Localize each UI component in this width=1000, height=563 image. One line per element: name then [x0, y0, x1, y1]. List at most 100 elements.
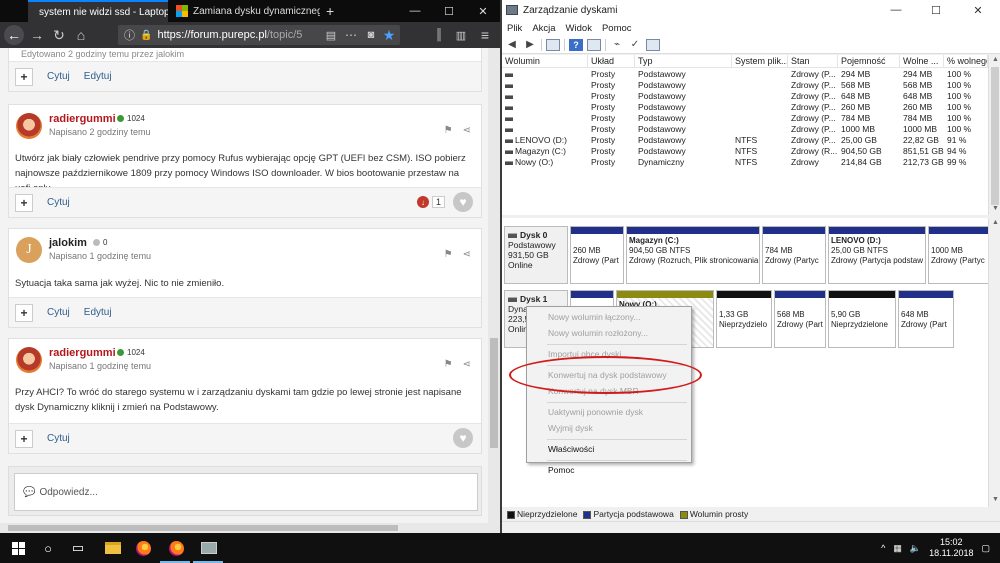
multiquote-button[interactable]: +: [15, 303, 33, 322]
context-menu-item[interactable]: Uaktywnij ponownie dysk: [527, 405, 691, 419]
task-view-icon[interactable]: ▭: [68, 538, 88, 558]
volume-row[interactable]: Prosty Podstawowy Zdrowy (P... 294 MB 294 MB…: [502, 69, 988, 80]
firefox-icon[interactable]: [133, 538, 153, 558]
partition[interactable]: 568 MB Zdrowy (Part: [774, 290, 826, 348]
reaction-count[interactable]: ↓ 1: [416, 196, 445, 208]
tab-dysk-dynamiczny[interactable]: Zamiana dysku dynamicznego ✕: [170, 0, 320, 22]
volume-row[interactable]: Nowy (O:) Prosty Dynamiczny NTFS Zdrowy 214,8…: [502, 157, 988, 168]
edit-link[interactable]: Edytuj: [84, 71, 112, 82]
properties-icon[interactable]: [587, 38, 601, 51]
maximize-icon[interactable]: ☐: [916, 0, 956, 20]
menu-icon[interactable]: ≡: [476, 26, 494, 44]
column-header[interactable]: Wolumin: [502, 55, 588, 68]
maximize-icon[interactable]: ☐: [432, 0, 466, 22]
menu-widok[interactable]: Widok: [566, 23, 592, 34]
reader-view-icon[interactable]: ▤: [322, 26, 340, 44]
tab-laptopy[interactable]: system nie widzi ssd - Laptopy ✕: [28, 0, 168, 22]
volume-row[interactable]: Prosty Podstawowy Zdrowy (P... 1000 MB 1000 …: [502, 124, 988, 135]
pocket-icon[interactable]: ◙: [362, 26, 380, 44]
post-date[interactable]: Napisano 1 godzinę temu: [49, 361, 151, 371]
scroll-up-icon[interactable]: ▲: [992, 219, 999, 226]
new-tab-button[interactable]: +: [322, 0, 342, 22]
multiquote-button[interactable]: +: [15, 429, 33, 448]
scroll-thumb[interactable]: [490, 338, 498, 448]
partition[interactable]: 648 MB Zdrowy (Part: [898, 290, 954, 348]
reply-input[interactable]: 💬 Odpowiedz...: [14, 473, 478, 511]
help-icon[interactable]: ?: [569, 38, 583, 51]
forward-arrow-icon[interactable]: ▶: [523, 39, 537, 51]
post-date[interactable]: Napisano 2 godziny temu: [49, 127, 151, 137]
multiquote-button[interactable]: +: [15, 67, 33, 86]
quote-link[interactable]: Cytuj: [47, 433, 70, 444]
volume-row[interactable]: Prosty Podstawowy Zdrowy (P... 260 MB 260 MB…: [502, 102, 988, 113]
menu-akcja[interactable]: Akcja: [532, 23, 555, 34]
avatar[interactable]: [16, 113, 42, 139]
volume-list-scrollbar[interactable]: ▲ ▼: [988, 55, 1000, 215]
unallocated-space[interactable]: 5,90 GB Nieprzydzielone: [828, 290, 896, 348]
column-header[interactable]: Układ: [588, 55, 635, 68]
partition[interactable]: 784 MB Zdrowy (Partyc: [762, 226, 826, 284]
network-icon[interactable]: ▦: [893, 543, 902, 554]
column-header[interactable]: System plik...: [732, 55, 788, 68]
context-menu-item[interactable]: Pomoc: [527, 463, 691, 477]
checklist-icon[interactable]: ✓: [628, 39, 642, 51]
share-icon[interactable]: ⋖: [463, 249, 471, 260]
quote-link[interactable]: Cytuj: [47, 197, 70, 208]
disk-view-scrollbar[interactable]: ▲ ▼: [988, 218, 1000, 508]
page-scrollbar[interactable]: [488, 48, 500, 523]
like-heart-icon[interactable]: ♥: [453, 428, 473, 448]
context-menu-item[interactable]: Nowy wolumin łączony...: [527, 310, 691, 324]
volume-row[interactable]: Magazyn (C:) Prosty Podstawowy NTFS Zdrowy (…: [502, 146, 988, 157]
scroll-down-icon[interactable]: ▼: [992, 205, 999, 212]
report-flag-icon[interactable]: ⚑: [444, 359, 453, 370]
author-name[interactable]: jalokim: [49, 237, 87, 249]
share-icon[interactable]: ⋖: [463, 125, 471, 136]
avatar[interactable]: [16, 347, 42, 373]
volume-row[interactable]: Prosty Podstawowy Zdrowy (P... 648 MB 648 MB…: [502, 91, 988, 102]
quote-link[interactable]: Cytuj: [47, 307, 70, 318]
context-menu-item[interactable]: Nowy wolumin rozłożony...: [527, 326, 691, 340]
connect-icon[interactable]: ⌁: [610, 39, 624, 51]
column-header[interactable]: Wolne ...: [900, 55, 944, 68]
file-explorer-icon[interactable]: [103, 538, 123, 558]
menu-plik[interactable]: Plik: [507, 23, 522, 34]
firefox-active-icon[interactable]: [166, 538, 186, 558]
report-flag-icon[interactable]: ⚑: [444, 249, 453, 260]
forward-arrow-icon[interactable]: →: [28, 26, 46, 44]
like-heart-icon[interactable]: ♥: [453, 192, 473, 212]
minimize-icon[interactable]: —: [876, 0, 916, 20]
horizontal-scrollbar[interactable]: [0, 523, 500, 533]
scroll-up-icon[interactable]: ▲: [992, 56, 999, 63]
partition[interactable]: 1000 MB Zdrowy (Partyc: [928, 226, 996, 284]
scroll-down-icon[interactable]: ▼: [992, 496, 999, 503]
home-icon[interactable]: ⌂: [72, 26, 90, 44]
column-header[interactable]: % wolnego: [944, 55, 988, 68]
multiquote-button[interactable]: +: [15, 193, 33, 212]
column-header[interactable]: Typ: [635, 55, 732, 68]
back-arrow-icon[interactable]: ←: [4, 25, 24, 45]
chevron-up-icon[interactable]: ^: [881, 543, 885, 553]
scroll-thumb[interactable]: [8, 525, 398, 531]
unallocated-space[interactable]: 1,33 GB Nieprzydzielo: [716, 290, 772, 348]
info-icon[interactable]: ⓘ: [124, 27, 135, 43]
start-button[interactable]: [8, 538, 28, 558]
author-name[interactable]: radiergummi: [49, 113, 116, 125]
quote-link[interactable]: Cytuj: [47, 71, 70, 82]
sidebar-icon[interactable]: ▥: [452, 26, 470, 44]
view-icon[interactable]: [646, 38, 660, 51]
notifications-icon[interactable]: ▢: [981, 543, 990, 554]
console-tree-icon[interactable]: [546, 38, 560, 51]
volume-row[interactable]: LENOVO (D:) Prosty Podstawowy NTFS Zdrowy (P…: [502, 135, 988, 146]
library-icon[interactable]: ║: [430, 26, 448, 44]
back-arrow-icon[interactable]: ◀: [505, 39, 519, 51]
disk-0-label[interactable]: Dysk 0 Podstawowy 931,50 GB Online: [504, 226, 568, 284]
edit-link[interactable]: Edytuj: [84, 307, 112, 318]
scroll-thumb[interactable]: [991, 67, 999, 205]
minimize-icon[interactable]: —: [398, 0, 432, 22]
disk-management-task-icon[interactable]: [199, 538, 219, 558]
menu-pomoc[interactable]: Pomoc: [602, 23, 632, 34]
volume-icon[interactable]: 🔈: [910, 543, 921, 554]
reload-icon[interactable]: ↻: [50, 26, 68, 44]
partition-magazyn[interactable]: Magazyn (C:) 904,50 GB NTFS Zdrowy (Rozruc…: [626, 226, 760, 284]
share-icon[interactable]: ⋖: [463, 359, 471, 370]
